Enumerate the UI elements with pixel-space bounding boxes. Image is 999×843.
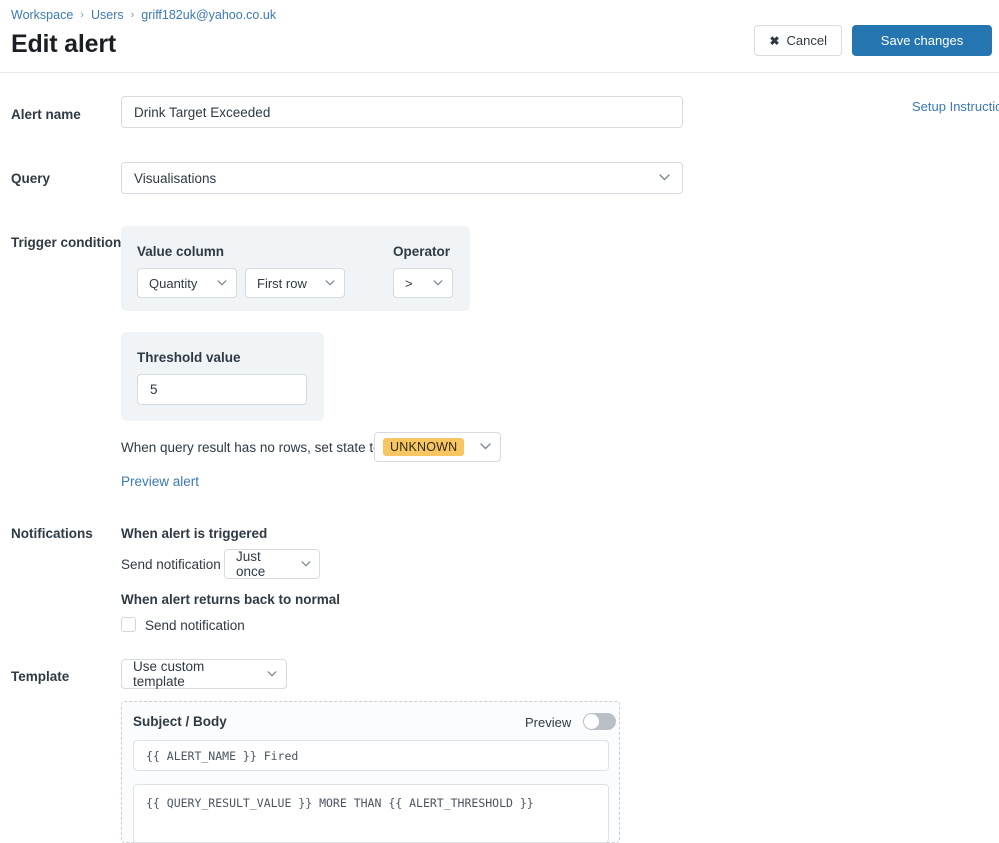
header-actions: ✖ Cancel Save changes [754, 25, 992, 56]
send-notification-label: Send notification [121, 557, 221, 572]
operator-select[interactable]: > [393, 268, 453, 298]
chevron-down-icon [659, 173, 670, 184]
header-divider [0, 72, 999, 73]
status-badge: UNKNOWN [383, 438, 465, 456]
threshold-value-input[interactable]: 5 [137, 374, 307, 405]
query-value: Visualisations [134, 170, 217, 186]
cancel-button-label: Cancel [786, 33, 827, 48]
notification-frequency-select[interactable]: Just once [224, 549, 320, 579]
breadcrumb-item-workspace[interactable]: Workspace [11, 8, 73, 22]
value-aggregation-value: First row [257, 275, 307, 291]
notifications-label: Notifications [11, 526, 93, 541]
normal-send-notification-label: Send notification [145, 618, 245, 633]
template-label: Template [11, 669, 70, 684]
edit-alert-page: Workspace › Users › griff182uk@yahoo.co.… [0, 0, 999, 843]
value-column-value: Quantity [149, 275, 198, 291]
alert-triggered-heading: When alert is triggered [121, 526, 268, 541]
chevron-down-icon [325, 278, 335, 289]
breadcrumb-item-user-email[interactable]: griff182uk@yahoo.co.uk [141, 8, 276, 22]
close-icon: ✖ [769, 33, 780, 48]
template-mode-select[interactable]: Use custom template [121, 659, 287, 689]
notification-frequency-value: Just once [236, 549, 266, 579]
trigger-condition-label: Trigger condition [11, 235, 122, 250]
no-rows-text: When query result has no rows, set state… [121, 440, 381, 455]
preview-alert-link[interactable]: Preview alert [121, 474, 199, 489]
template-subject-input[interactable]: {{ ALERT_NAME }} Fired [133, 740, 609, 771]
operator-value: > [405, 275, 413, 291]
no-rows-state-select[interactable]: UNKNOWN [374, 432, 501, 462]
chevron-down-icon [433, 278, 443, 289]
breadcrumb: Workspace › Users › griff182uk@yahoo.co.… [11, 8, 276, 22]
value-column-title: Value column [137, 244, 225, 259]
value-aggregation-select[interactable]: First row [245, 268, 345, 298]
save-changes-button[interactable]: Save changes [852, 25, 992, 56]
preview-toggle-knob [584, 714, 599, 729]
query-select[interactable]: Visualisations [121, 162, 683, 194]
cancel-button[interactable]: ✖ Cancel [754, 25, 842, 56]
preview-toggle-label: Preview [525, 715, 572, 730]
alert-normal-heading: When alert returns back to normal [121, 592, 341, 607]
threshold-title: Threshold value [137, 350, 241, 365]
threshold-value: 5 [150, 382, 158, 397]
alert-name-input[interactable]: Drink Target Exceeded [121, 96, 683, 128]
breadcrumb-item-users[interactable]: Users [91, 8, 124, 22]
breadcrumb-separator-icon: › [80, 9, 84, 21]
setup-instructions-link[interactable]: Setup Instructions [912, 99, 999, 114]
query-label: Query [11, 171, 51, 186]
preview-toggle[interactable] [583, 713, 616, 730]
page-title: Edit alert [11, 30, 116, 58]
value-column-select[interactable]: Quantity [137, 268, 237, 298]
operator-title: Operator [393, 244, 451, 259]
chevron-down-icon [267, 669, 277, 680]
chevron-down-icon [480, 442, 491, 453]
breadcrumb-separator-icon: › [130, 9, 135, 21]
subject-body-heading: Subject / Body [133, 714, 227, 729]
normal-send-notification-checkbox[interactable] [121, 617, 136, 632]
template-body-textarea[interactable]: {{ QUERY_RESULT_VALUE }} MORE THAN {{ AL… [133, 784, 609, 843]
save-changes-label: Save changes [880, 33, 964, 48]
template-mode-value: Use custom template [133, 659, 205, 689]
alert-name-value: Drink Target Exceeded [134, 104, 271, 120]
alert-name-label: Alert name [11, 107, 81, 122]
chevron-down-icon [301, 559, 311, 570]
chevron-down-icon [217, 278, 227, 289]
